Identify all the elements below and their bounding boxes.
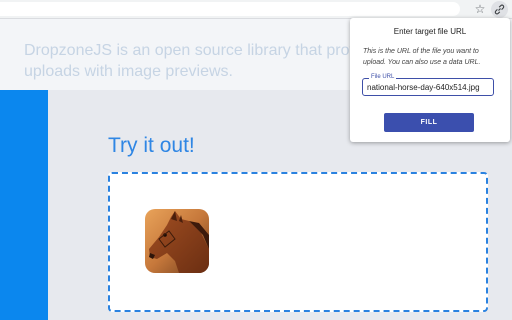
extension-button[interactable] [491, 1, 508, 18]
file-url-label: File URL [369, 73, 397, 81]
file-url-input[interactable] [367, 81, 493, 93]
sidebar-accent [0, 90, 48, 320]
fill-button[interactable]: FILL [384, 113, 474, 132]
popup-title: Enter target file URL [393, 27, 467, 36]
star-icon[interactable]: ☆ [472, 1, 488, 17]
extension-popup: Enter target file URL This is the URL of… [350, 18, 510, 142]
popup-description: This is the URL of the file you want to … [363, 48, 481, 66]
address-bar[interactable] [0, 2, 460, 16]
image-preview-thumbnail[interactable] [145, 209, 209, 273]
browser-toolbar: ☆ [0, 0, 512, 19]
page-title: Try it out! [108, 134, 195, 157]
horse-image [145, 209, 209, 273]
file-url-field[interactable]: File URL [362, 73, 494, 96]
link-icon [494, 4, 505, 15]
